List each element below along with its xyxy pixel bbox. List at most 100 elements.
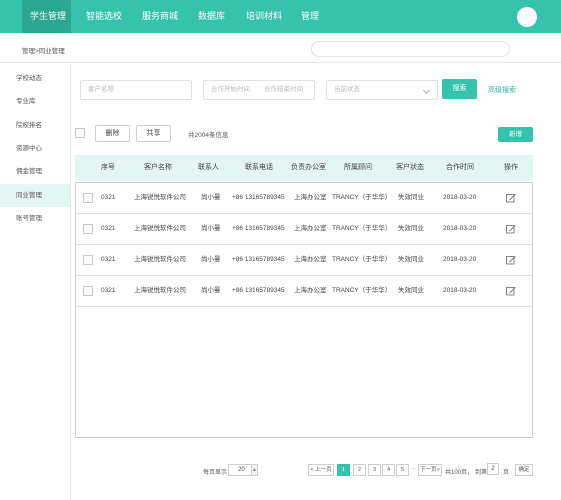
page-button-4[interactable]: 4 [382,464,395,476]
nav-item-management[interactable]: 管理 [301,0,319,33]
sidebar-item-account-management[interactable]: 账号管理 [0,207,70,230]
search-button[interactable]: 搜索 [442,79,477,99]
end-time-placeholder: 合作结束时间 [264,86,303,93]
cell-customer: 上海锐悦软件公司 [134,287,186,294]
per-page-value: 20 [238,467,245,473]
cell-phone: +86 13165789345 [232,194,285,201]
column-header-contact: 联系人 [198,164,219,171]
total-count: 共2004条信息 [188,132,229,139]
goto-page-input[interactable]: 2 [487,463,499,475]
avatar[interactable] [517,7,537,27]
cell-advisor: TRANCY（于华华） [332,287,392,294]
next-page-button[interactable]: 下一页> [418,464,442,476]
edit-icon[interactable] [506,224,516,234]
cell-status: 失效同业 [398,225,424,232]
cell-date: 2018-03-20 [443,225,477,232]
cell-number: 0321 [101,287,116,294]
cell-customer: 上海锐悦软件公司 [134,256,186,263]
cell-date: 2018-03-20 [443,256,477,263]
column-header-status: 客户状态 [396,164,424,171]
cell-date: 2018-03-20 [443,194,477,201]
column-header-number: 序号 [101,164,115,171]
status-select-placeholder: 当前状态 [334,86,360,93]
cooperation-date-range[interactable]: 合作开始时间 合作结束时间 [203,80,315,100]
top-navigation: 学生管理 智能选校 服务商城 数据库 培训材料 管理 [0,0,561,33]
cell-office: 上海办公室 [294,225,327,232]
pagination-ellipsis: ··· [410,466,416,472]
cell-customer: 上海锐悦软件公司 [134,194,186,201]
cell-phone: +86 13165789345 [232,287,285,294]
sidebar-item-major-library[interactable]: 专业库 [0,90,70,113]
stepper-arrow-icon[interactable]: ▲ [251,465,257,475]
share-button[interactable]: 共享 [136,125,171,142]
cell-contact: 尚小曼 [201,287,221,294]
cell-office: 上海办公室 [294,256,327,263]
cell-advisor: TRANCY（于华华） [332,256,392,263]
delete-button[interactable]: 删除 [95,125,130,142]
row-checkbox[interactable] [83,286,93,296]
cell-status: 失效同业 [398,256,424,263]
cell-office: 上海办公室 [294,287,327,294]
page-button-5[interactable]: 5 [396,464,409,476]
column-header-actions: 操作 [504,164,518,171]
page-button-3[interactable]: 3 [368,464,381,476]
sidebar-item-resource-center[interactable]: 资源中心 [0,137,70,160]
nav-item-training-materials[interactable]: 培训材料 [246,0,282,33]
advanced-search-link[interactable]: 高级搜索 [488,85,516,95]
cell-customer: 上海锐悦软件公司 [134,225,186,232]
table-row: 0321 上海锐悦软件公司 尚小曼 +86 13165789345 上海办公室 … [76,245,532,276]
column-header-advisor: 所属顾问 [344,164,372,171]
page-button-2[interactable]: 2 [353,464,366,476]
nav-item-service-mall[interactable]: 服务商城 [142,0,178,33]
start-time-placeholder: 合作开始时间 [211,86,250,93]
per-page-label: 每页显示 [203,470,228,476]
sidebar-item-school-news[interactable]: 学校动态 [0,67,70,90]
page-suffix: 页 [503,470,510,476]
table-row: 0321 上海锐悦软件公司 尚小曼 +86 13165789345 上海办公室 … [76,276,532,307]
cell-contact: 尚小曼 [201,194,221,201]
row-checkbox[interactable] [83,224,93,234]
column-header-date: 合作时间 [446,164,474,171]
sidebar-item-peer-management[interactable]: 同业管理 [0,184,70,207]
cell-contact: 尚小曼 [201,225,221,232]
select-all-checkbox[interactable] [75,128,85,138]
total-pages-text: 共100页， [445,470,474,476]
cell-advisor: TRANCY（于华华） [332,225,392,232]
cell-status: 失效同业 [398,194,424,201]
chevron-down-icon [422,86,431,95]
cell-phone: +86 13165789345 [232,256,285,263]
table-row: 0321 上海锐悦软件公司 尚小曼 +86 13165789345 上海办公室 … [76,214,532,245]
table-body: 0321 上海锐悦软件公司 尚小曼 +86 13165789345 上海办公室 … [75,182,533,438]
row-checkbox[interactable] [83,193,93,203]
cell-number: 0321 [101,256,116,263]
confirm-button[interactable]: 确定 [515,464,533,476]
cell-number: 0321 [101,225,116,232]
sidebar-item-school-ranking[interactable]: 院校排名 [0,114,70,137]
row-checkbox[interactable] [83,255,93,265]
cell-phone: +86 13165789345 [232,225,285,232]
page-button-1[interactable]: 1 [337,464,350,476]
edit-icon[interactable] [506,286,516,296]
column-header-customer: 客户名称 [144,164,172,171]
cell-advisor: TRANCY（于华华） [332,194,392,201]
edit-icon[interactable] [506,255,516,265]
nav-item-smart-school-selection[interactable]: 智能选校 [86,0,122,33]
global-search-input[interactable] [311,41,510,57]
per-page-select[interactable]: 20 ▲ [228,464,258,476]
edit-icon[interactable] [506,193,516,203]
sidebar-item-commission[interactable]: 佣金管理 [0,160,70,183]
cell-number: 0321 [101,194,116,201]
add-new-button[interactable]: 新增 [498,127,533,142]
column-header-phone: 联系电话 [245,164,273,171]
sidebar: 学校动态 专业库 院校排名 资源中心 佣金管理 同业管理 账号管理 [0,64,71,500]
customer-name-input[interactable]: 客户名称 [80,80,192,100]
goto-label: 到第 [475,470,488,476]
status-select[interactable]: 当前状态 [326,80,438,100]
nav-item-database[interactable]: 数据库 [198,0,225,33]
cell-office: 上海办公室 [294,194,327,201]
table-row: 0321 上海锐悦软件公司 尚小曼 +86 13165789345 上海办公室 … [76,183,532,214]
prev-page-button[interactable]: < 上一页 [308,464,334,476]
nav-item-student-management[interactable]: 学生管理 [22,0,71,33]
table-header: 序号 客户名称 联系人 联系电话 负责办公室 所属顾问 客户状态 合作时间 操作 [75,155,533,181]
cell-status: 失效同业 [398,287,424,294]
